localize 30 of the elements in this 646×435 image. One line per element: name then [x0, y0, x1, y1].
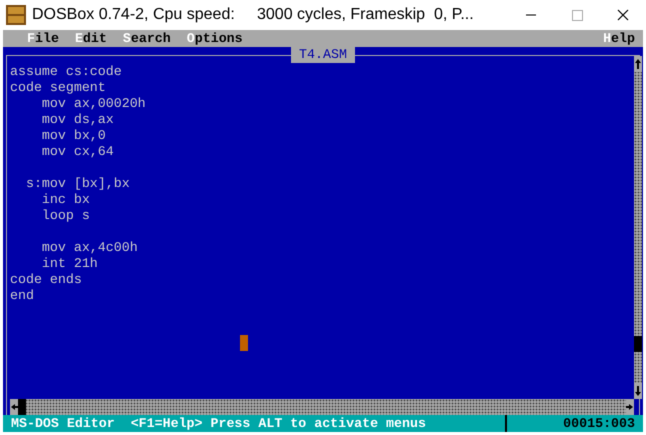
code-line: mov bx,0 — [40, 128, 106, 144]
code-line: s:mov [bx],bx — [24, 176, 130, 192]
window-title: DOSBox 0.74-2, Cpu speed: 3000 cycles, Frameskip 0, P... — [32, 5, 474, 25]
scroll-thumb[interactable] — [18, 399, 26, 415]
menu-item[interactable]: Edit — [74, 30, 107, 46]
status-message: MS-DOS Editor <F1=Help> Press ALT to activate menus — [10, 416, 427, 432]
horizontal-scrollbar[interactable] — [10, 399, 634, 415]
code-line: mov ds,ax — [40, 112, 114, 128]
vertical-scrollbar[interactable] — [634, 56, 642, 399]
scroll-up-arrow-icon[interactable] — [634, 56, 642, 72]
menu-item[interactable]: Help — [603, 30, 635, 46]
code-line: loop s — [40, 208, 90, 224]
code-line: mov cx,64 — [40, 144, 114, 160]
code-line: mov ax,4c00h — [40, 240, 138, 256]
cursor-position: 00015:003 — [563, 416, 636, 432]
code-line: int 21h — [40, 256, 98, 272]
menu-item[interactable]: Search — [122, 30, 171, 46]
text-cursor — [240, 335, 248, 351]
scroll-thumb[interactable] — [634, 336, 642, 352]
code-line: code ends — [10, 272, 82, 288]
file-title: T4.ASM — [291, 47, 355, 63]
menu-item[interactable]: File — [27, 30, 59, 46]
menu-item[interactable]: Options — [186, 30, 243, 46]
code-line: assume cs:code — [10, 64, 122, 80]
code-line: end — [10, 288, 34, 304]
app-icon — [6, 5, 26, 25]
code-line: inc bx — [40, 192, 90, 208]
code-line: code segment — [10, 80, 106, 96]
code-line: mov ax,00020h — [40, 96, 146, 112]
scroll-down-arrow-icon[interactable] — [634, 383, 642, 399]
